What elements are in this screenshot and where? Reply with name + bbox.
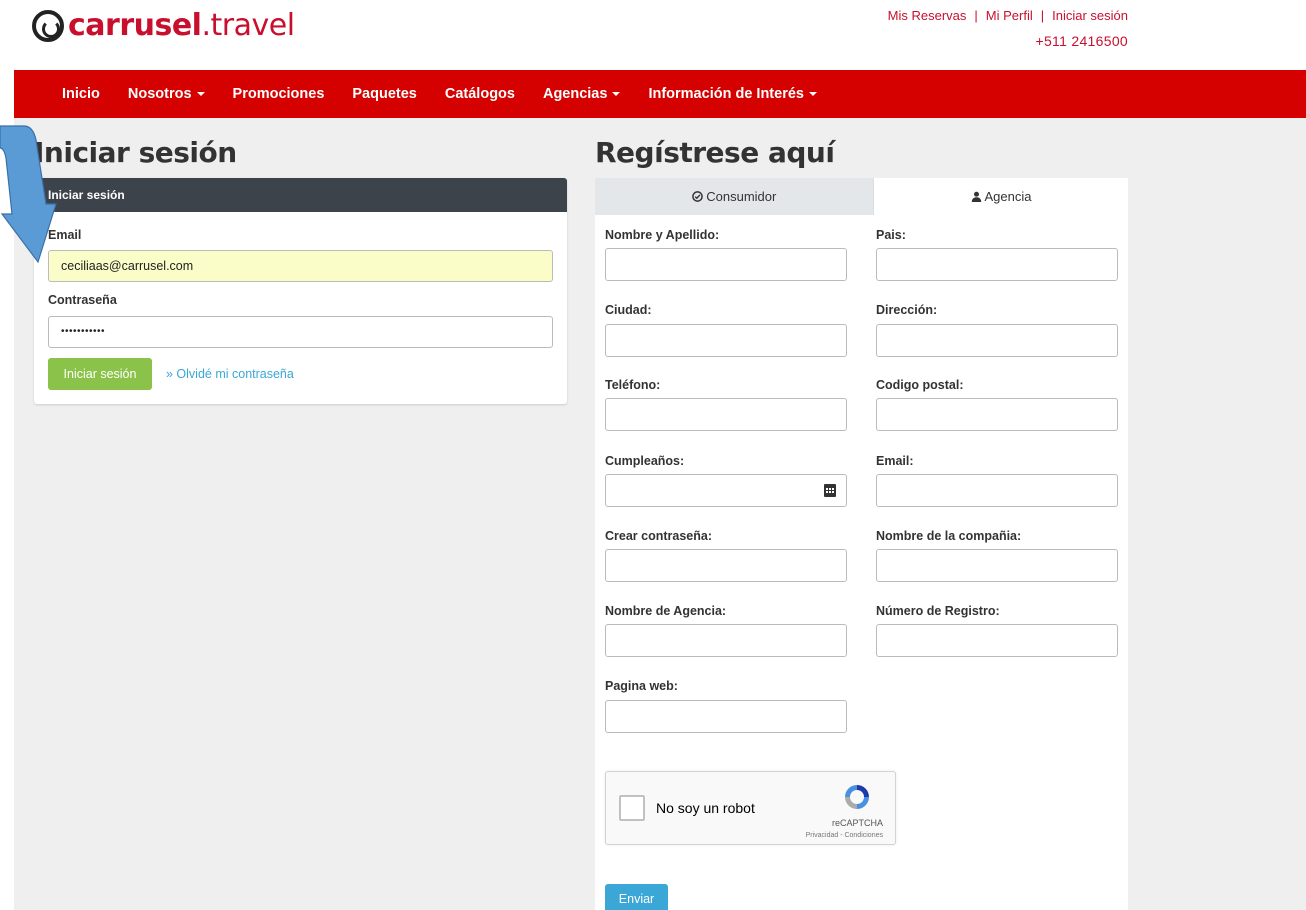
recaptcha-label: No soy un robot	[656, 800, 755, 816]
tab-consumidor[interactable]: Consumidor	[595, 178, 873, 215]
address-input[interactable]	[876, 324, 1118, 357]
recaptcha-checkbox[interactable]	[619, 795, 645, 821]
calendar-icon[interactable]	[824, 484, 836, 497]
main-nav: Inicio Nosotros Promociones Paquetes Cat…	[14, 70, 1306, 118]
site-header: carrusel .travel Mis Reservas | Mi Perfil | I…	[0, 0, 1306, 70]
login-panel: Iniciar sesión Email ceciliaas@carrusel.…	[34, 178, 567, 404]
register-heading: Regístrese aquí	[595, 136, 835, 169]
address-label: Dirección:	[876, 303, 938, 317]
nav-item-inicio[interactable]: Inicio	[62, 86, 100, 102]
website-input[interactable]	[605, 700, 847, 733]
phone-input[interactable]	[605, 398, 847, 431]
create-password-input[interactable]	[605, 549, 847, 582]
login-heading: Iniciar sesión	[34, 136, 237, 169]
recaptcha-brand: reCAPTCHA	[831, 818, 883, 828]
login-link[interactable]: Iniciar sesión	[1052, 8, 1128, 23]
logo-icon	[32, 9, 64, 42]
website-label: Pagina web:	[605, 679, 678, 693]
name-input[interactable]	[605, 248, 847, 281]
postal-code-input[interactable]	[876, 398, 1118, 431]
country-input[interactable]	[876, 248, 1118, 281]
login-button[interactable]: Iniciar sesión	[48, 358, 152, 390]
city-label: Ciudad:	[605, 303, 652, 317]
nav-item-catalogos[interactable]: Catálogos	[445, 86, 515, 102]
country-label: Pais:	[876, 228, 906, 242]
nav-item-informacion[interactable]: Información de Interés	[648, 86, 817, 102]
nav-item-nosotros[interactable]: Nosotros	[128, 86, 205, 102]
email-input[interactable]: ceciliaas@carrusel.com	[48, 250, 553, 282]
agency-name-input[interactable]	[605, 624, 847, 657]
nav-item-paquetes[interactable]: Paquetes	[352, 86, 416, 102]
my-bookings-link[interactable]: Mis Reservas	[888, 8, 967, 23]
register-panel: Consumidor Agencia Nombre y Apellido: Ci…	[595, 178, 1128, 910]
company-name-label: Nombre de la compañia:	[876, 529, 1022, 543]
nav-item-agencias[interactable]: Agencias	[543, 86, 621, 102]
create-password-label: Crear contraseña:	[605, 529, 712, 543]
check-circle-icon	[691, 191, 703, 202]
submit-button[interactable]: Enviar	[605, 884, 668, 910]
recaptcha-terms-link[interactable]: Privacidad - Condiciones	[806, 832, 883, 839]
recaptcha-widget: No soy un robot reCAPTCHA Privacidad - C…	[605, 771, 896, 845]
birthday-label: Cumpleaños:	[605, 454, 685, 468]
top-links: Mis Reservas | Mi Perfil | Iniciar sesión	[887, 8, 1128, 23]
postal-code-label: Codigo postal:	[876, 378, 964, 392]
password-input[interactable]: •••••••••••	[48, 316, 553, 348]
nav-item-promociones[interactable]: Promociones	[233, 86, 325, 102]
registration-number-input[interactable]	[876, 624, 1118, 657]
annotation-arrow-icon	[0, 125, 57, 264]
tab-agencia[interactable]: Agencia	[873, 178, 1128, 215]
password-label: Contraseña	[48, 293, 117, 307]
my-profile-link[interactable]: Mi Perfil	[986, 8, 1033, 23]
registration-number-label: Número de Registro:	[876, 604, 1000, 618]
register-email-label: Email:	[876, 454, 914, 468]
logo-text-light: .travel	[201, 8, 295, 43]
city-input[interactable]	[605, 324, 847, 357]
register-email-input[interactable]	[876, 474, 1118, 507]
company-name-input[interactable]	[876, 549, 1118, 582]
phone-number: +511 2416500	[1035, 33, 1128, 49]
logo[interactable]: carrusel .travel	[32, 8, 295, 43]
user-icon	[971, 191, 981, 202]
agency-name-label: Nombre de Agencia:	[605, 604, 727, 618]
phone-label: Teléfono:	[605, 378, 661, 392]
caret-down-icon	[196, 92, 205, 97]
birthday-input[interactable]	[605, 474, 847, 507]
name-label: Nombre y Apellido:	[605, 228, 720, 242]
login-panel-title: Iniciar sesión	[34, 178, 567, 212]
caret-down-icon	[808, 92, 817, 97]
recaptcha-logo-icon	[845, 785, 869, 809]
logo-text-bold: carrusel	[68, 8, 202, 43]
caret-down-icon	[612, 92, 621, 97]
forgot-password-link[interactable]: » Olvidé mi contraseña	[166, 367, 294, 381]
